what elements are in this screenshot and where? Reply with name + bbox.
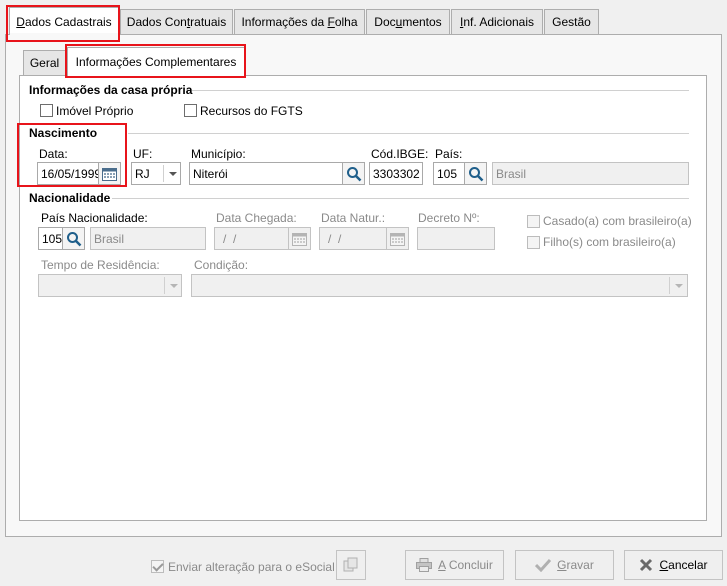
gravar-button-label: Gravar (557, 558, 594, 572)
pais-nacionalidade-label: País Nacionalidade: (41, 211, 148, 225)
search-icon (468, 166, 483, 181)
filho-brasileiro-label: Filho(s) com brasileiro(a) (543, 235, 676, 249)
data-chegada-calendar-button[interactable] (288, 227, 311, 250)
cancelar-button-label: Cancelar (659, 558, 708, 572)
pais-nacionalidade-name-field: Brasil (90, 227, 206, 250)
dropdown-separator (669, 277, 670, 294)
pais-nacionalidade-code-input[interactable]: 105 (38, 227, 63, 250)
documents-icon (343, 557, 358, 572)
section-divider (112, 198, 689, 199)
data-natur-calendar-button[interactable] (386, 227, 409, 250)
municipio-input[interactable]: Niterói (189, 162, 343, 185)
tab-label: Dados Contratuais (126, 15, 227, 29)
recursos-fgts-checkbox[interactable] (184, 104, 197, 117)
section-divider (128, 133, 689, 134)
cod-ibge-label: Cód.IBGE: (371, 147, 429, 161)
highlight-box-dados-cadastrais (6, 5, 120, 42)
enviar-esocial-checkbox[interactable] (151, 560, 164, 573)
tab-label: Documentos (374, 15, 442, 29)
tempo-residencia-label: Tempo de Residência: (41, 258, 160, 272)
decreto-input[interactable] (417, 227, 495, 250)
enviar-esocial-label: Enviar alteração para o eSocial (168, 560, 335, 574)
calendar-icon (292, 232, 307, 246)
casado-brasileiro-label: Casado(a) com brasileiro(a) (543, 214, 692, 228)
section-divider (192, 90, 689, 91)
pais-code-input[interactable]: 105 (433, 162, 465, 185)
filho-brasileiro-checkbox[interactable] (527, 236, 540, 249)
decreto-label: Decreto Nº: (418, 211, 480, 225)
chevron-down-icon (169, 172, 177, 176)
condicao-select[interactable] (191, 274, 688, 297)
pais-name-field: Brasil (492, 162, 689, 185)
imovel-proprio-label: Imóvel Próprio (56, 104, 134, 118)
tab-documentos[interactable]: Documentos (366, 9, 450, 34)
casado-brasileiro-checkbox[interactable] (527, 215, 540, 228)
esocial-icon-button[interactable] (336, 550, 366, 580)
tab-label: Informações da Folha (241, 15, 358, 29)
tab-inf-adicionais[interactable]: Inf. Adicionais (451, 9, 543, 34)
search-icon (66, 231, 81, 246)
uf-label: UF: (133, 147, 153, 161)
municipio-label: Município: (191, 147, 246, 161)
concluir-button-label: A Concluir (438, 558, 493, 572)
subtab-geral[interactable]: Geral (23, 50, 66, 75)
tempo-residencia-select[interactable] (38, 274, 182, 297)
municipio-search-button[interactable] (342, 162, 365, 185)
imovel-proprio-checkbox[interactable] (40, 104, 53, 117)
tab-label: Inf. Adicionais (459, 15, 535, 29)
cod-ibge-input[interactable]: 3303302 (369, 162, 423, 185)
uf-select[interactable]: RJ (131, 162, 181, 185)
data-chegada-input[interactable]: / / (214, 227, 289, 250)
chevron-down-icon (170, 284, 178, 288)
data-chegada-value: / / (223, 232, 237, 246)
close-icon (640, 558, 653, 572)
chevron-down-icon (675, 284, 683, 288)
recursos-fgts-label: Recursos do FGTS (200, 104, 303, 118)
concluir-button[interactable]: A Concluir (405, 550, 504, 580)
tab-label: Gestão (552, 15, 591, 29)
pais-nacionalidade-search-button[interactable] (62, 227, 85, 250)
tab-informacoes-folha[interactable]: Informações da Folha (234, 9, 365, 34)
printer-icon (416, 558, 433, 572)
uf-value: RJ (135, 167, 150, 181)
highlight-box-informacoes-complementares (65, 44, 246, 78)
subtab-label: Geral (29, 56, 60, 70)
data-natur-label: Data Natur.: (321, 211, 386, 225)
data-natur-value: / / (328, 232, 342, 246)
section-casa-propria-title: Informações da casa própria (29, 83, 193, 97)
pais-search-button[interactable] (464, 162, 487, 185)
search-icon (346, 166, 361, 181)
gravar-button[interactable]: Gravar (515, 550, 614, 580)
condicao-label: Condição: (194, 258, 249, 272)
tab-dados-contratuais[interactable]: Dados Contratuais (120, 9, 233, 34)
cancelar-button[interactable]: Cancelar (624, 550, 723, 580)
dropdown-separator (163, 165, 164, 182)
section-nacionalidade-title: Nacionalidade (29, 191, 111, 205)
data-chegada-label: Data Chegada: (216, 211, 297, 225)
calendar-icon (390, 232, 405, 246)
pais-label: País: (435, 147, 463, 161)
tab-gestao[interactable]: Gestão (544, 9, 599, 34)
checkmark-icon (535, 558, 552, 572)
highlight-box-nascimento (17, 123, 127, 187)
data-natur-input[interactable]: / / (319, 227, 387, 250)
dropdown-separator (164, 277, 165, 294)
